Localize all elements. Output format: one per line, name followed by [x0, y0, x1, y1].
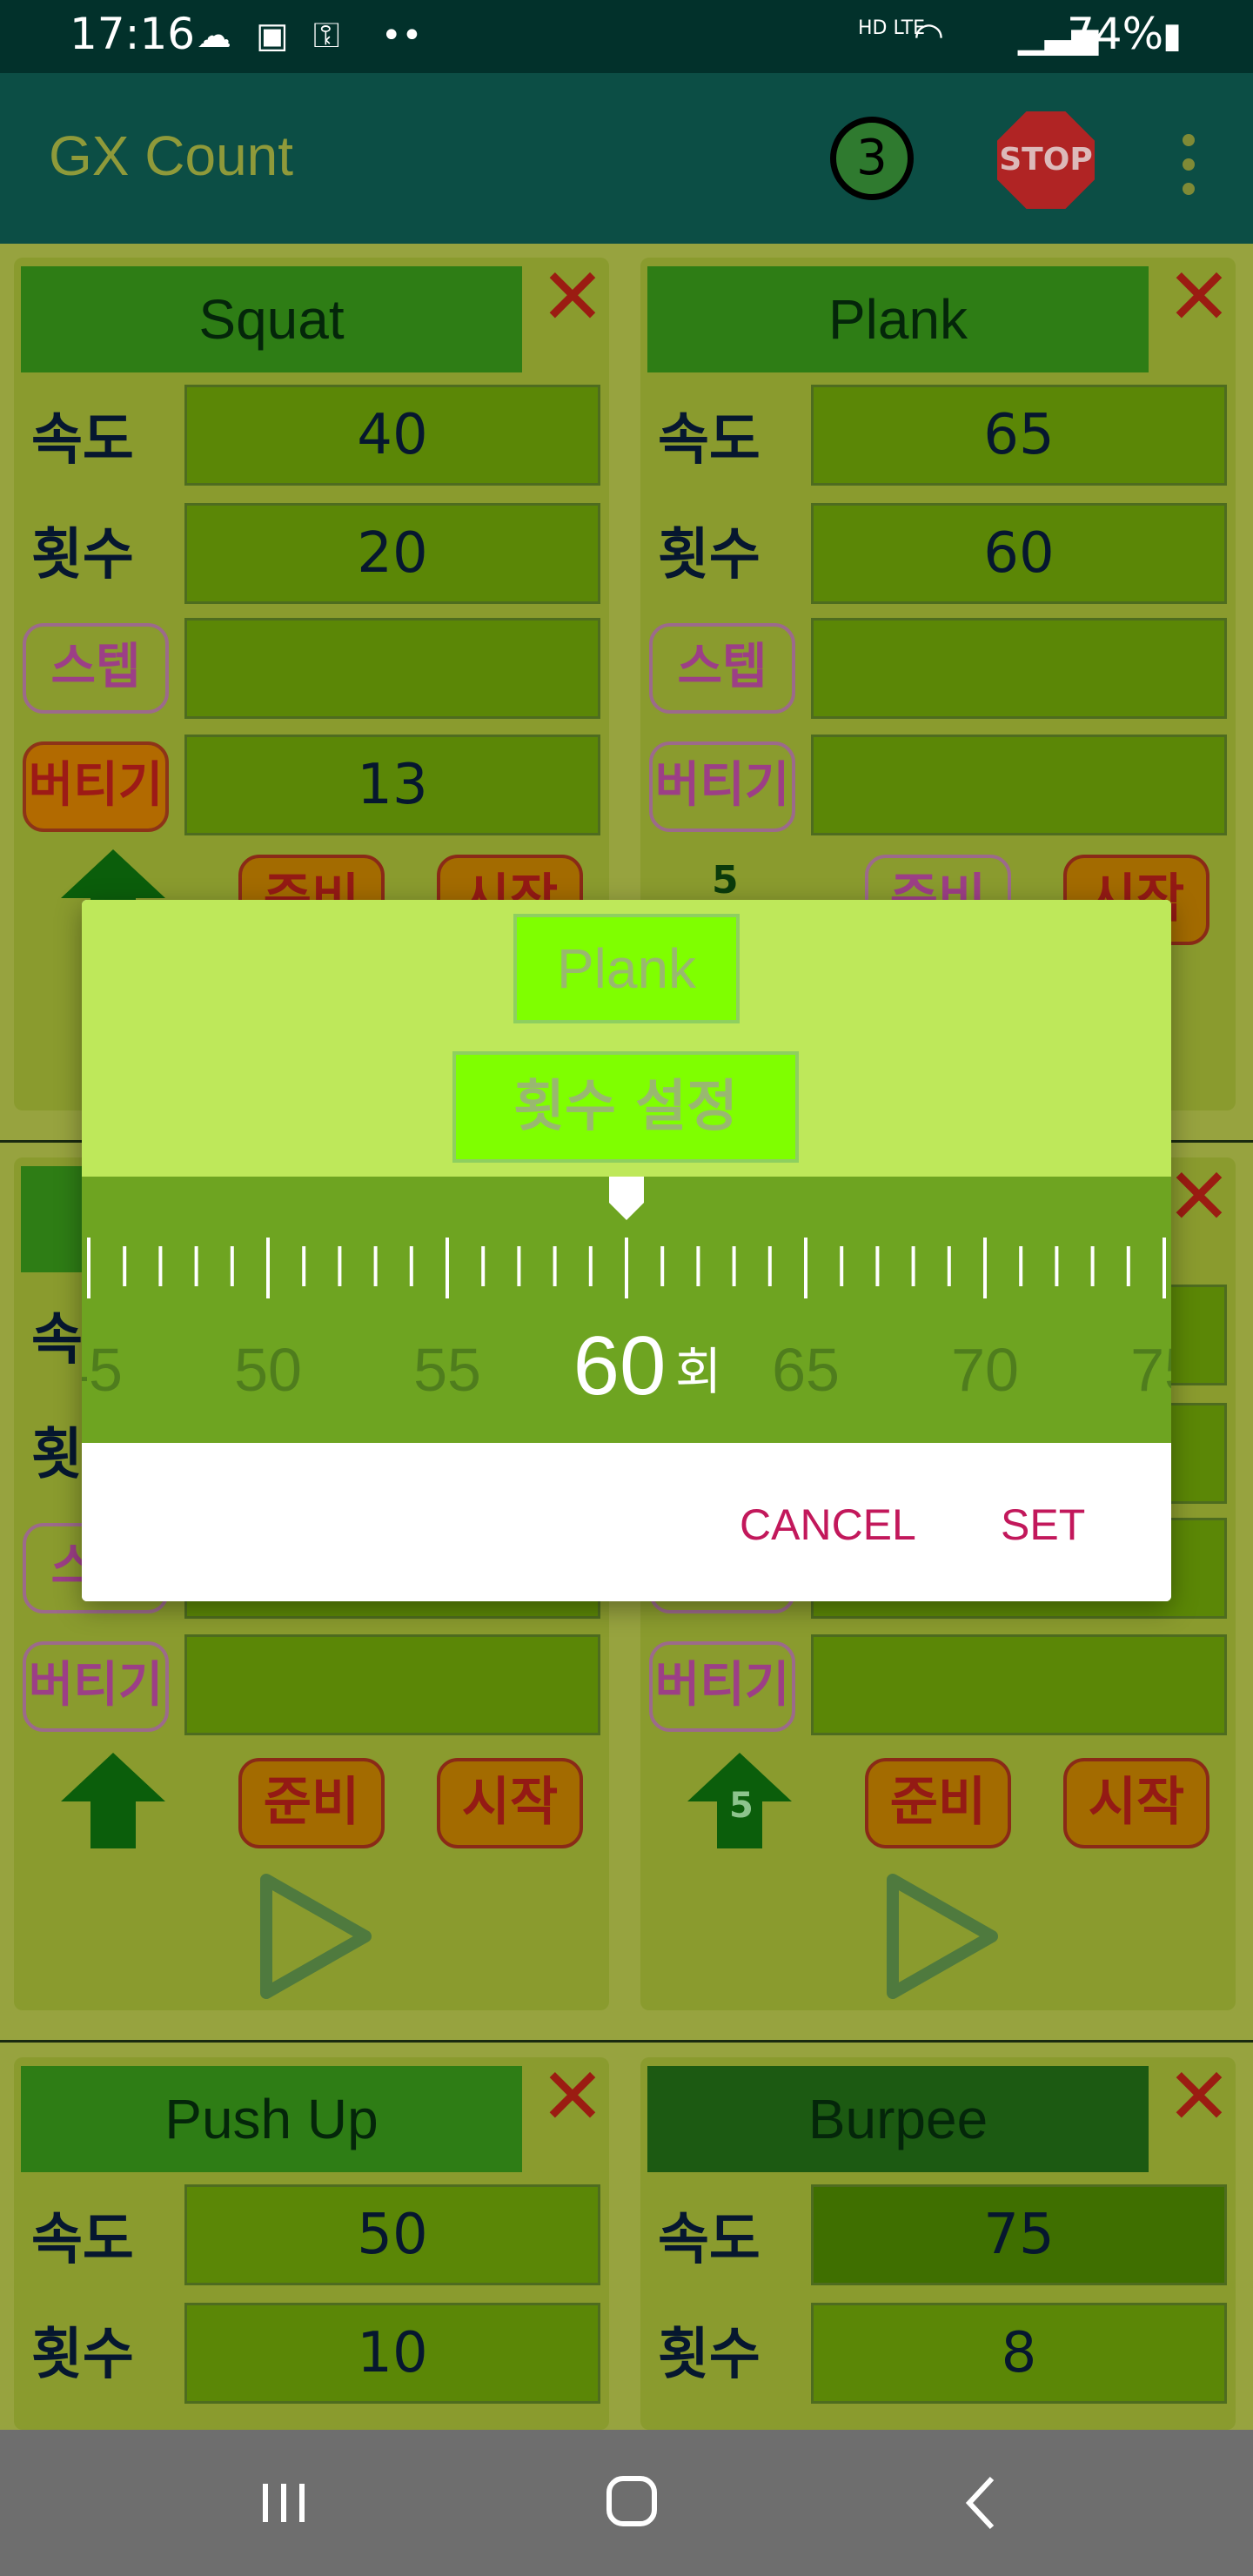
dialog-title: Plank [513, 914, 740, 1023]
dialog-header: Plank 횟수 설정 [82, 900, 1171, 1177]
ruler-current-value: 60 [573, 1319, 667, 1412]
speed-value[interactable]: 50 [184, 2184, 600, 2285]
delete-card-icon[interactable]: ✕ [536, 2058, 609, 2137]
navigation-bar [0, 2430, 1253, 2576]
reps-label: 횟수 [31, 523, 134, 587]
ruler-unit-label: 회 [675, 1342, 721, 1401]
ruler-indicator-icon [609, 1177, 644, 1220]
exercise-card: Push Up ✕ 속도 50 횟수 10 [14, 2057, 609, 2430]
hold-button[interactable]: 버티기 [649, 741, 795, 832]
dialog-actions: CANCEL SET [82, 1443, 1171, 1601]
delete-card-icon[interactable]: ✕ [1163, 1158, 1236, 1237]
key-icon: ⚿ [313, 16, 340, 56]
recent-apps-icon[interactable] [240, 2468, 327, 2538]
speed-value[interactable]: 40 [184, 385, 600, 486]
delete-card-icon[interactable]: ✕ [1163, 2058, 1236, 2137]
reps-label: 횟수 [658, 523, 761, 587]
step-value[interactable] [811, 618, 1227, 719]
speed-label: 속도 [658, 2208, 761, 2272]
ruler-tick-label: 75 [1130, 1336, 1171, 1404]
hold-button[interactable]: 버티기 [23, 1641, 169, 1732]
reps-value[interactable]: 8 [811, 2303, 1227, 2404]
start-button[interactable]: 시작 [1063, 1758, 1209, 1848]
home-icon[interactable] [588, 2468, 675, 2538]
hold-button[interactable]: 버티기 [649, 1641, 795, 1732]
card-title[interactable]: Plank [647, 266, 1149, 372]
card-title[interactable]: Push Up [21, 2066, 522, 2172]
play-icon[interactable] [254, 1871, 376, 2002]
play-icon[interactable] [881, 1871, 1002, 2002]
cloud-icon: ☁ [197, 16, 231, 56]
battery-percent: 74% [1067, 9, 1164, 59]
overflow-menu-icon[interactable] [1180, 134, 1197, 204]
reps-picker-dialog: Plank 횟수 설정 45 50 55 60회 65 70 75 CANCEL SET [82, 900, 1171, 1601]
hold-value[interactable]: 13 [184, 735, 600, 835]
hold-value[interactable] [811, 735, 1227, 835]
ready-button[interactable]: 준비 [865, 1758, 1011, 1848]
reps-ruler-picker[interactable]: 45 50 55 60회 65 70 75 [82, 1177, 1171, 1443]
ruler-ticks: 45 50 55 60회 65 70 75 [82, 1177, 1171, 1412]
speed-value[interactable]: 65 [811, 385, 1227, 486]
app-title: GX Count [49, 124, 294, 187]
card-title[interactable]: Burpee [647, 2066, 1149, 2172]
cancel-button[interactable]: CANCEL [734, 1499, 921, 1551]
reps-value[interactable]: 10 [184, 2303, 600, 2404]
step-button[interactable]: 스텝 [649, 623, 795, 714]
exercise-card: Burpee ✕ 속도 75 횟수 8 [640, 2057, 1236, 2430]
delete-card-icon[interactable]: ✕ [1163, 258, 1236, 337]
ruler-tick-label: 65 [772, 1336, 840, 1404]
dialog-subtitle: 횟수 설정 [452, 1051, 799, 1163]
wifi-icon: ◠ [914, 16, 944, 56]
card-page-number: 5 [729, 1786, 754, 1826]
reps-value[interactable]: 60 [811, 503, 1227, 604]
ready-button[interactable]: 준비 [238, 1758, 385, 1848]
card-title[interactable]: Squat [21, 266, 522, 372]
reps-value[interactable]: 20 [184, 503, 600, 604]
ruler-tick-label: 50 [234, 1336, 302, 1404]
step-button[interactable]: 스텝 [23, 623, 169, 714]
row-divider [0, 2040, 1253, 2043]
hold-value[interactable] [811, 1634, 1227, 1735]
reps-label: 횟수 [658, 2323, 761, 2387]
speed-label: 속도 [31, 408, 134, 473]
status-time: 17:16 [70, 9, 196, 59]
arrow-up-icon[interactable] [61, 1753, 165, 1848]
ruler-tick-label: 55 [413, 1336, 481, 1404]
stop-button[interactable]: STOP [997, 111, 1095, 209]
step-value[interactable] [184, 618, 600, 719]
speed-value[interactable]: 75 [811, 2184, 1227, 2285]
ruler-tick-label: 70 [951, 1336, 1019, 1404]
ruler-tick-label: 45 [82, 1336, 123, 1404]
card-indicator: 5 [712, 858, 739, 902]
speed-label: 속도 [658, 408, 761, 473]
battery-icon: ▮ [1163, 16, 1183, 56]
speed-label: 속도 [31, 2208, 134, 2272]
set-button[interactable]: SET [995, 1499, 1090, 1551]
delete-card-icon[interactable]: ✕ [536, 258, 609, 337]
status-bar: 17:16 ☁ ▣ ⚿ •• HD LTE ◠ ▁▃▅ 74% ▮ [0, 0, 1253, 73]
reps-label: 횟수 [31, 2323, 134, 2387]
start-button[interactable]: 시작 [437, 1758, 583, 1848]
count-badge[interactable]: 3 [830, 117, 914, 200]
hold-button[interactable]: 버티기 [23, 741, 169, 832]
hold-value[interactable] [184, 1634, 600, 1735]
image-icon: ▣ [256, 16, 289, 56]
app-bar: GX Count 3 STOP [0, 73, 1253, 244]
more-notifications-icon: •• [381, 16, 423, 56]
back-icon[interactable] [940, 2468, 1027, 2538]
